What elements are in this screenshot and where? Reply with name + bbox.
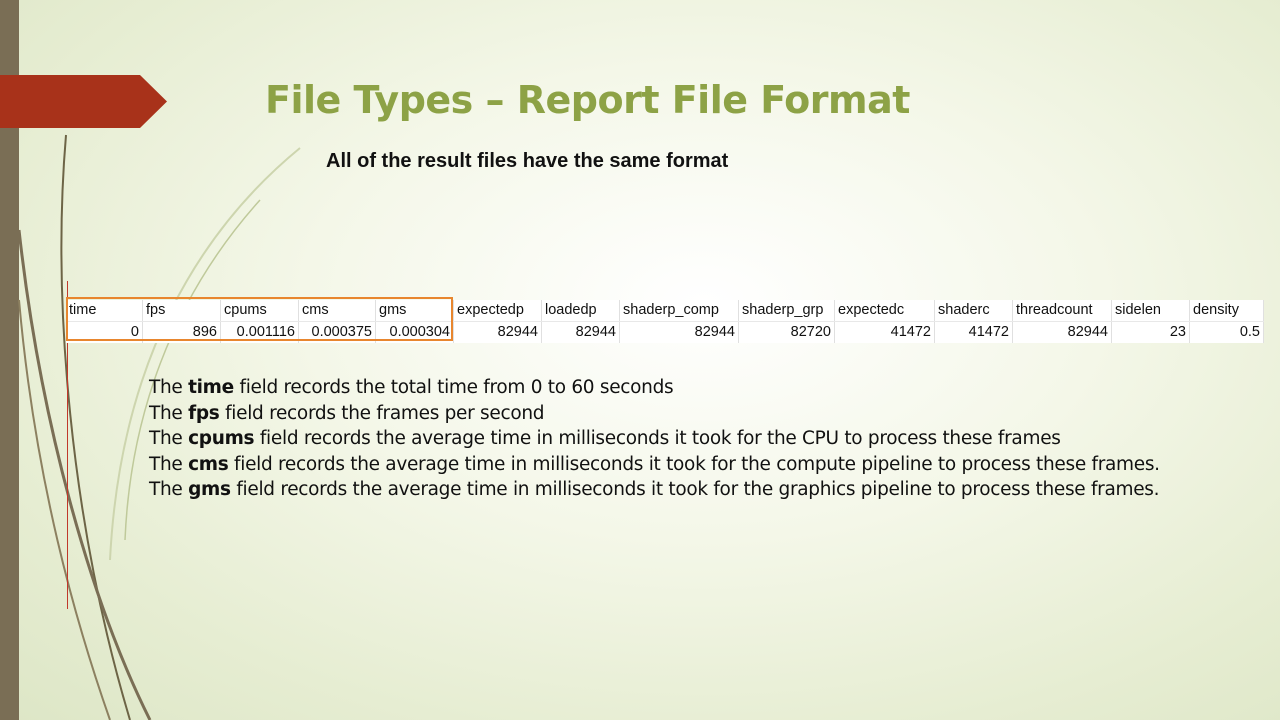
field-name: time bbox=[188, 377, 234, 398]
slide-title: File Types – Report File Format bbox=[265, 78, 910, 122]
value-cell: 0.001116 bbox=[220, 321, 299, 343]
table-data-row: 0 896 0.001116 0.000375 0.000304 82944 8… bbox=[66, 321, 1264, 343]
value-cell: 41472 bbox=[834, 321, 935, 343]
header-cell: gms bbox=[375, 300, 454, 322]
value-cell: 0.000375 bbox=[298, 321, 376, 343]
field-name: fps bbox=[188, 402, 220, 424]
header-cell: threadcount bbox=[1012, 300, 1112, 322]
header-cell: density bbox=[1189, 300, 1264, 322]
value-cell: 82720 bbox=[738, 321, 835, 343]
report-format-table: time fps cpums cms gms expectedp loadedp… bbox=[66, 300, 1264, 343]
value-cell: 23 bbox=[1111, 321, 1190, 343]
value-cell: 82944 bbox=[1012, 321, 1112, 343]
value-cell: 896 bbox=[142, 321, 221, 343]
description-line: The cpums field records the average time… bbox=[149, 428, 1061, 449]
field-name: gms bbox=[188, 479, 231, 500]
title-accent-arrow bbox=[0, 75, 167, 128]
description-line: The fps field records the frames per sec… bbox=[149, 402, 545, 424]
header-cell: fps bbox=[142, 300, 221, 322]
value-cell: 82944 bbox=[541, 321, 620, 343]
field-name: cms bbox=[188, 453, 229, 475]
description-line: The cms field records the average time i… bbox=[149, 453, 1160, 475]
table-header-row: time fps cpums cms gms expectedp loadedp… bbox=[66, 300, 1264, 322]
header-cell: time bbox=[66, 300, 143, 322]
field-name: cpums bbox=[188, 428, 255, 449]
slide-subtitle: All of the result files have the same fo… bbox=[326, 150, 729, 172]
header-cell: cpums bbox=[220, 300, 299, 322]
value-cell: 82944 bbox=[619, 321, 739, 343]
header-cell: loadedp bbox=[541, 300, 620, 322]
value-cell: 41472 bbox=[934, 321, 1013, 343]
header-cell: shaderc bbox=[934, 300, 1013, 322]
field-descriptions: The time field records the total time fr… bbox=[149, 375, 1239, 503]
header-cell: cms bbox=[298, 300, 376, 322]
header-cell: shaderp_comp bbox=[619, 300, 739, 322]
value-cell: 0.5 bbox=[1189, 321, 1264, 343]
header-cell: shaderp_grp bbox=[738, 300, 835, 322]
value-cell: 0.000304 bbox=[375, 321, 454, 343]
description-line: The gms field records the average time i… bbox=[149, 479, 1160, 500]
description-line: The time field records the total time fr… bbox=[149, 377, 674, 398]
value-cell: 0 bbox=[66, 321, 143, 343]
header-cell: expectedc bbox=[834, 300, 935, 322]
header-cell: expectedp bbox=[453, 300, 542, 322]
header-cell: sidelen bbox=[1111, 300, 1190, 322]
value-cell: 82944 bbox=[453, 321, 542, 343]
